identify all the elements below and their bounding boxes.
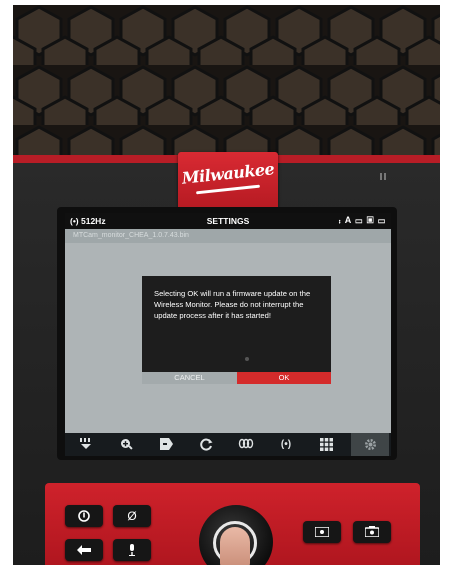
camera-icon[interactable] <box>353 521 391 543</box>
loading-dot <box>245 357 249 361</box>
speaker-grille <box>13 5 440 155</box>
status-icons: ⨾ A ▭ ▣ ▭ <box>339 215 386 226</box>
grid-icon[interactable] <box>307 433 345 456</box>
back-arrow-icon[interactable] <box>65 539 103 561</box>
wifi-icon: ⨾ <box>338 215 342 225</box>
finger <box>220 527 250 565</box>
tag-icon[interactable] <box>147 433 185 456</box>
battery-icon: ▭ <box>355 215 364 225</box>
firmware-filename: MTCam_monitor_CHEA_1.0.7.43.bin <box>73 232 189 239</box>
logo-swoosh <box>196 184 260 195</box>
menu-down-icon[interactable] <box>67 433 105 456</box>
sonde-icon[interactable] <box>227 433 265 456</box>
settings-gear-icon[interactable] <box>351 433 389 456</box>
device-photo: Milwaukee (•) 512Hz SETTINGS ⨾ A ▭ ▣ ▭ M… <box>13 5 440 565</box>
zoom-icon[interactable] <box>107 433 145 456</box>
dialog-message: Selecting OK will run a firmware update … <box>154 289 311 320</box>
video-record-icon[interactable] <box>303 521 341 543</box>
firmware-file-row[interactable]: MTCam_monitor_CHEA_1.0.7.43.bin <box>65 229 391 243</box>
brand-logo: Milwaukee <box>178 152 278 210</box>
bottom-toolbar: (•) <box>65 433 391 456</box>
rotate-icon[interactable] <box>187 433 225 456</box>
battery-icon: ▭ <box>378 215 386 225</box>
locate-icon[interactable]: (•) <box>267 433 305 456</box>
power-icon[interactable] <box>65 505 103 527</box>
monitor-screen: (•) 512Hz SETTINGS ⨾ A ▭ ▣ ▭ MTCam_monit… <box>65 213 391 456</box>
brand-logo-text: Milwaukee <box>180 159 276 188</box>
ok-button[interactable]: OK <box>237 372 331 384</box>
firmware-update-dialog: Selecting OK will run a firmware update … <box>142 276 331 372</box>
status-bar: (•) 512Hz SETTINGS ⨾ A ▭ ▣ ▭ <box>65 213 391 229</box>
sd-card-icon: ▣ <box>366 215 375 225</box>
auto-icon: A <box>344 215 352 225</box>
microphone-icon[interactable] <box>113 539 151 561</box>
no-symbol-button[interactable]: Ø <box>113 505 151 527</box>
cancel-button[interactable]: CANCEL <box>142 372 237 384</box>
vent-indicator <box>380 167 389 180</box>
